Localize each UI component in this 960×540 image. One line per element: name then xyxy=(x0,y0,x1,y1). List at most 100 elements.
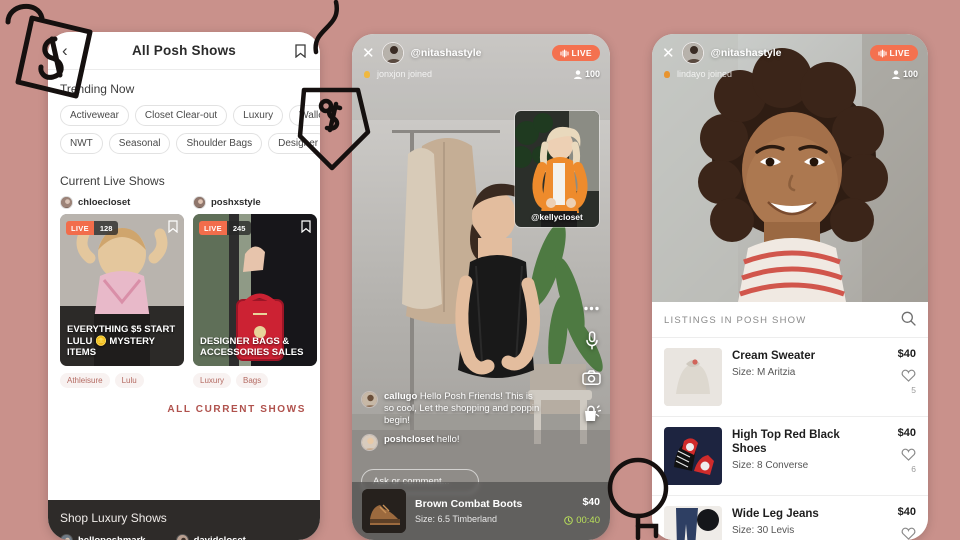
featured-product-bar[interactable]: Brown Combat Boots Size: 6.5 Timberland … xyxy=(352,482,610,540)
listings-panel: LISTINGS IN POSH SHOW Cream Sweater Size… xyxy=(652,302,928,540)
listing-info: Cream Sweater Size: M Aritzia xyxy=(732,348,872,378)
product-info: Brown Combat Boots Size: 6.5 Timberland xyxy=(415,498,555,524)
chip-wallet[interactable]: Wallet xyxy=(289,105,320,126)
chip-activewear[interactable]: Activewear xyxy=(60,105,129,126)
bookmark-icon[interactable] xyxy=(301,220,311,236)
tag-athleisure[interactable]: Athleisure xyxy=(60,373,110,388)
heart-icon[interactable] xyxy=(882,369,916,384)
listing-thumbnail xyxy=(664,427,722,485)
page-title: All Posh Shows xyxy=(131,43,237,58)
viewer-count-value: 100 xyxy=(584,69,600,79)
listing-price: $40 xyxy=(897,348,916,360)
listing-row[interactable]: High Top Red Black Shoes Size: 8 Convers… xyxy=(652,417,928,496)
card-thumbnail[interactable]: LIVE 245 DESIGNER BAGS & ACCESSORIES SAL… xyxy=(193,214,317,366)
live-header: ✕ @nitashastyle LIVE lindayo joined 100 xyxy=(652,34,928,87)
listing-like-count: 6 xyxy=(911,464,916,474)
more-icon[interactable] xyxy=(584,298,599,316)
phone1-body: Trending Now Activewear Closet Clear-out… xyxy=(48,70,320,500)
shop-luxury-users: helloposhmark davidcloset xyxy=(60,534,308,540)
card-username: poshxstyle xyxy=(211,197,261,208)
tag-luxury[interactable]: Luxury xyxy=(193,373,232,388)
close-icon[interactable]: ✕ xyxy=(662,46,675,61)
card-caption: DESIGNER BAGS & ACCESSORIES SALES xyxy=(200,335,304,359)
listing-meta: Size: M Aritzia xyxy=(732,367,796,379)
chat-message: poshcloset hello! xyxy=(361,434,541,451)
live-label: LIVE xyxy=(571,48,592,58)
trending-chip-row-1: Activewear Closet Clear-out Luxury Walle… xyxy=(60,105,320,126)
host-username[interactable]: @nitashastyle xyxy=(411,47,482,59)
product-title: Brown Combat Boots xyxy=(415,498,523,511)
chip-closet-clear-out[interactable]: Closet Clear-out xyxy=(134,105,228,126)
listing-price-likes: $40 100 xyxy=(882,506,916,540)
live-badge: LIVE xyxy=(869,45,918,61)
heart-icon[interactable] xyxy=(882,448,916,463)
chip-seasonal[interactable]: Seasonal xyxy=(108,133,171,154)
wave-hand-icon xyxy=(364,71,370,78)
listing-info: High Top Red Black Shoes Size: 8 Convers… xyxy=(732,427,872,471)
phone-all-posh-shows: ‹ All Posh Shows Trending Now Activewear… xyxy=(48,32,320,540)
avatar xyxy=(175,534,189,540)
viewer-count-value: 100 xyxy=(902,69,918,79)
guest-video-pip[interactable]: @kellycloset xyxy=(514,110,600,228)
canvas: ‹ All Posh Shows Trending Now Activewear… xyxy=(0,0,960,540)
chat-text: poshcloset hello! xyxy=(384,434,460,451)
footer-user[interactable]: davidcloset xyxy=(175,534,246,540)
chip-luxury[interactable]: Luxury xyxy=(233,105,284,126)
avatar xyxy=(60,196,73,209)
live-label: LIVE xyxy=(889,48,910,58)
live-chat: callugo Hello Posh Friends! This is so c… xyxy=(361,390,541,458)
listing-row[interactable]: Cream Sweater Size: M Aritzia $40 5 xyxy=(652,338,928,417)
live-show-card[interactable]: poshxstyle LIVE 245 DESIGNER BAGS & ACCE… xyxy=(193,196,317,388)
shopping-bag-icon[interactable] xyxy=(582,405,602,428)
card-user[interactable]: poshxstyle xyxy=(193,196,317,209)
search-icon[interactable] xyxy=(901,311,916,329)
card-caption: EVERYTHING $5 START LULU 🪙 MYSTERY ITEMS xyxy=(67,324,176,359)
listing-price: $40 xyxy=(897,427,916,439)
avatar xyxy=(60,534,73,540)
camera-flip-icon[interactable] xyxy=(582,370,601,390)
listing-like-count: 5 xyxy=(911,385,916,395)
tag-bags[interactable]: Bags xyxy=(236,373,269,388)
close-icon[interactable]: ✕ xyxy=(362,46,375,61)
product-timer: 00:40 xyxy=(564,515,600,526)
listing-price-likes: $40 5 xyxy=(882,348,916,395)
live-header-row: ✕ @nitashastyle LIVE xyxy=(662,42,918,64)
bookmark-icon[interactable] xyxy=(168,220,178,236)
footer-user[interactable]: helloposhmark xyxy=(60,534,146,540)
footer-username: davidcloset xyxy=(194,535,246,540)
chat-username: callugo xyxy=(384,390,418,402)
all-current-shows-link[interactable]: ALL CURRENT SHOWS xyxy=(60,388,308,427)
card-tags: Athleisure Lulu xyxy=(60,373,184,388)
joined-text: jonxjon joined xyxy=(377,69,433,79)
bookmark-icon[interactable] xyxy=(290,43,306,58)
microphone-icon[interactable] xyxy=(585,331,599,355)
pip-username: @kellycloset xyxy=(531,212,583,222)
host-username[interactable]: @nitashastyle xyxy=(711,47,782,59)
product-thumbnail xyxy=(362,489,406,533)
listing-meta: Size: 30 Levis xyxy=(732,525,795,537)
card-thumbnail[interactable]: LIVE 128 EVERYTHING $5 START LULU 🪙 MYST… xyxy=(60,214,184,366)
shop-luxury-title: Shop Luxury Shows xyxy=(60,511,167,525)
avatar[interactable] xyxy=(381,42,404,64)
live-show-card[interactable]: chloecloset LIVE 128 EVERYTHING $5 START… xyxy=(60,196,184,388)
viewer-count-badge: 128 xyxy=(93,221,119,235)
wave-hand-icon xyxy=(664,71,670,78)
chip-shoulder-bags[interactable]: Shoulder Bags xyxy=(176,133,263,154)
chip-designer[interactable]: Designer xyxy=(268,133,320,154)
avatar xyxy=(361,434,378,451)
back-icon[interactable]: ‹ xyxy=(62,42,78,59)
avatar[interactable] xyxy=(681,42,704,64)
trending-chip-row-2: NWT Seasonal Shoulder Bags Designer xyxy=(60,133,320,154)
live-badge: LIVE xyxy=(199,221,227,235)
listing-title: High Top Red Black Shoes xyxy=(732,429,840,456)
tag-lulu[interactable]: Lulu xyxy=(114,373,144,388)
live-action-icons xyxy=(582,298,602,428)
card-user[interactable]: chloecloset xyxy=(60,196,184,209)
footer-username: helloposhmark xyxy=(78,535,146,540)
listing-row[interactable]: Wide Leg Jeans Size: 30 Levis $40 100 xyxy=(652,496,928,540)
heart-icon[interactable] xyxy=(882,527,916,540)
viewer-count-badge: 245 xyxy=(226,221,252,235)
chip-nwt[interactable]: NWT xyxy=(60,133,103,154)
phone1-header: ‹ All Posh Shows xyxy=(48,32,320,70)
trending-title: Trending Now xyxy=(60,82,135,96)
